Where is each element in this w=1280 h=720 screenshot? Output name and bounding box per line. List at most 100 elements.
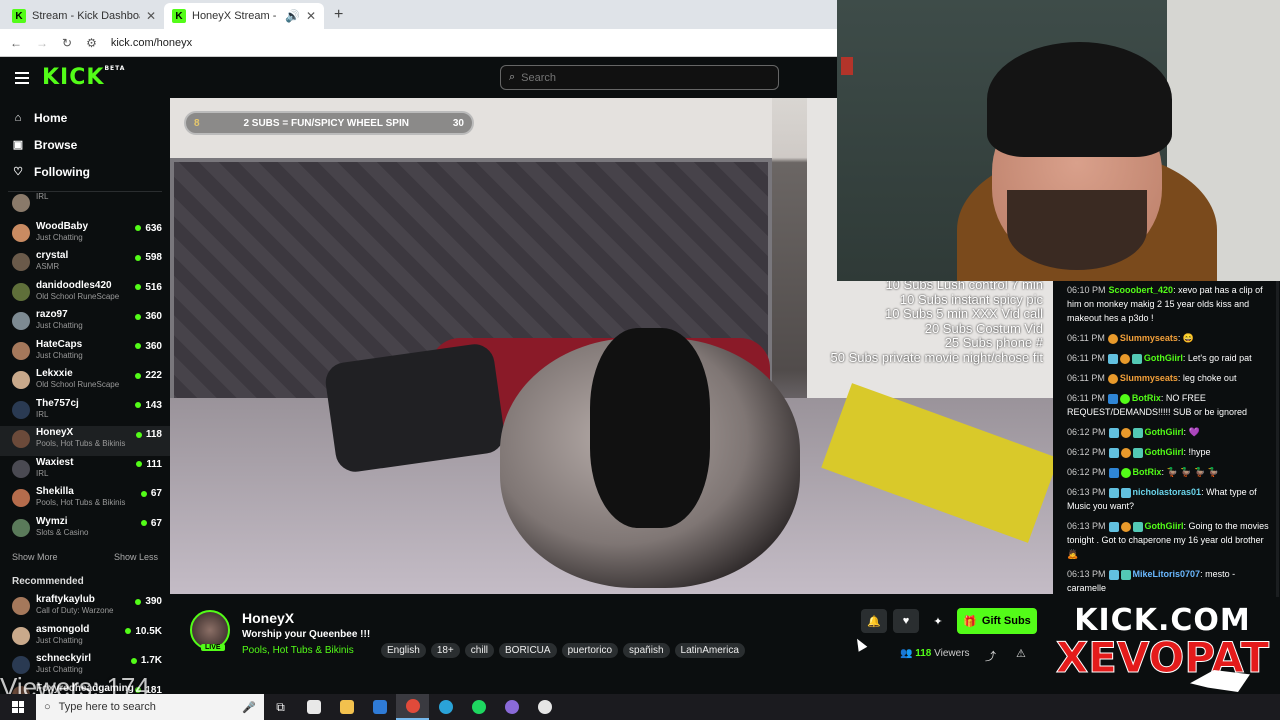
- chat-message: 06:13 PM GothGiirl: Going to the movies t…: [1067, 521, 1269, 559]
- chat-username[interactable]: GothGiirl: [1144, 353, 1183, 363]
- follow-button[interactable]: ♥: [893, 609, 919, 633]
- close-tab-icon[interactable]: ✕: [306, 9, 316, 23]
- channel-avatar: [12, 489, 30, 507]
- sidebar-channel[interactable]: Shekilla Pools, Hot Tubs & Bikinis 67: [0, 485, 170, 515]
- show-more-button[interactable]: Show More: [12, 552, 58, 568]
- chat-message: 06:12 PM BotRix: 🦆 🦆 🦆 🦆: [1067, 467, 1219, 478]
- channel-category: IRL: [36, 468, 49, 478]
- sidebar-channel[interactable]: asmongold Just Chatting 10.5K: [0, 623, 170, 653]
- kick-logo[interactable]: KICKBETA: [42, 65, 125, 90]
- chat-username[interactable]: Slummyseats: [1120, 373, 1178, 383]
- back-icon[interactable]: ←: [10, 36, 22, 50]
- report-icon[interactable]: ⚠: [1016, 647, 1026, 660]
- chat-username[interactable]: GothGiirl: [1145, 521, 1184, 531]
- stream-tag[interactable]: 18+: [430, 643, 460, 658]
- stream-tag[interactable]: chill: [464, 643, 495, 658]
- sub-badge-icon: [1107, 353, 1118, 364]
- sidebar-channel[interactable]: Lekxxie Old School RuneScape 222: [0, 367, 170, 397]
- nav-home[interactable]: ⌂ Home: [12, 104, 170, 131]
- stream-tag[interactable]: puertorico: [561, 643, 619, 658]
- new-tab-icon[interactable]: +: [334, 6, 343, 24]
- clip-button[interactable]: ✦: [925, 609, 951, 633]
- sub-menu-line: 20 Subs Costum Vid: [924, 320, 1043, 336]
- channel-name: Waxiest: [36, 456, 74, 468]
- chat-username[interactable]: MikeLitoris0707: [1133, 569, 1201, 579]
- chat-timestamp: 06:11 PM: [1067, 373, 1105, 383]
- mail-icon[interactable]: [363, 694, 396, 720]
- chat-scrollbar[interactable]: [1276, 281, 1279, 597]
- sidebar-channel[interactable]: kraftykaylub Call of Duty: Warzone 390: [0, 593, 170, 623]
- obs-icon[interactable]: [528, 694, 561, 720]
- stream-tag[interactable]: BORICUA: [499, 643, 557, 658]
- home-icon: ⌂: [14, 111, 22, 124]
- viewer-count-value: 118: [915, 648, 932, 659]
- chat-username[interactable]: GothGiirl: [1145, 447, 1184, 457]
- sidebar-channel[interactable]: IRL: [0, 190, 170, 220]
- sidebar-channel[interactable]: danidoodles420 Old School RuneScape 516: [0, 279, 170, 309]
- edge-icon[interactable]: [429, 694, 462, 720]
- live-dot-icon: [135, 431, 142, 438]
- chat-username[interactable]: GothGiirl: [1145, 427, 1184, 437]
- star-badge-icon: [1107, 333, 1118, 344]
- reload-icon[interactable]: ↻: [62, 36, 72, 50]
- webcam-sticker: [841, 57, 853, 75]
- close-tab-icon[interactable]: ✕: [146, 9, 156, 23]
- chrome-icon[interactable]: [396, 694, 429, 720]
- start-button[interactable]: [0, 701, 36, 713]
- show-less-button[interactable]: Show Less: [114, 552, 158, 568]
- task-view-icon[interactable]: ⧉: [264, 694, 297, 720]
- stream-category[interactable]: Pools, Hot Tubs & Bikinis: [242, 645, 354, 656]
- sidebar-channel[interactable]: The757cj IRL 143: [0, 397, 170, 427]
- channel-info: Shekilla Pools, Hot Tubs & Bikinis: [36, 486, 141, 507]
- nav-following[interactable]: ♡ Following: [12, 158, 170, 185]
- stream-tag[interactable]: LatinAmerica: [674, 643, 745, 658]
- share-icon[interactable]: ⤴: [985, 648, 996, 664]
- search-box[interactable]: ⌕: [500, 65, 779, 90]
- browser-tab-honeyx[interactable]: K HoneyX Stream - Watch Live 🔊 ✕: [164, 3, 324, 29]
- sub-menu-line: 25 Subs phone #: [944, 335, 1043, 350]
- sidebar-channel[interactable]: HoneyX Pools, Hot Tubs & Bikinis 118: [0, 426, 170, 456]
- chat-username[interactable]: Slummyseats: [1120, 333, 1178, 343]
- sidebar-channel[interactable]: WoodBaby Just Chatting 636: [0, 220, 170, 250]
- site-info-icon[interactable]: ⚙: [86, 36, 97, 50]
- sub-menu-overlay: 10 Subs Lush control 7 min 10 Subs instan…: [831, 277, 1043, 365]
- forward-icon[interactable]: →: [36, 36, 48, 50]
- sidebar-channel[interactable]: Wymzi Slots & Casino 67: [0, 515, 170, 545]
- streamer-name[interactable]: HoneyX: [242, 610, 294, 626]
- stream-title: Worship your Queenbee !!!: [242, 629, 371, 640]
- address-bar[interactable]: kick.com/honeyx: [111, 37, 192, 49]
- channel-avatar: [12, 282, 30, 301]
- channel-avatar: [12, 253, 30, 271]
- chat-timestamp: 06:11 PM: [1067, 333, 1105, 343]
- discord-icon[interactable]: [495, 694, 528, 720]
- search-input[interactable]: [521, 71, 762, 84]
- sidebar-channel[interactable]: HateCaps Just Chatting 360: [0, 338, 170, 368]
- hamburger-menu-icon[interactable]: [15, 71, 29, 84]
- browser-tab-dashboard[interactable]: K Stream - Kick Dashboard ✕: [4, 3, 164, 29]
- live-dot-icon: [135, 313, 142, 320]
- windows-logo-icon: [12, 701, 24, 713]
- chat-username[interactable]: Scooobert_420: [1109, 285, 1174, 295]
- sidebar-channel[interactable]: Waxiest IRL 111: [0, 456, 170, 486]
- sub-badge-icon: [1108, 569, 1119, 580]
- file-explorer-icon[interactable]: [330, 694, 363, 720]
- microphone-icon[interactable]: 🎤: [242, 701, 256, 714]
- notification-bell-button[interactable]: 🔔: [861, 609, 887, 633]
- chat-username[interactable]: nicholastoras01: [1133, 487, 1202, 497]
- nav-browse[interactable]: ▣ Browse: [12, 131, 170, 158]
- stream-tag[interactable]: spañish: [623, 643, 670, 658]
- gift-subs-button[interactable]: 🎁 Gift Subs: [957, 608, 1037, 634]
- taskbar-search[interactable]: ○ Type here to search 🎤: [36, 694, 264, 720]
- store-icon[interactable]: [297, 694, 330, 720]
- webcam-beard: [1007, 190, 1147, 270]
- beta-badge: BETA: [104, 65, 126, 72]
- chat-username[interactable]: BotRix: [1133, 467, 1162, 477]
- spotify-icon[interactable]: [462, 694, 495, 720]
- sidebar-channel[interactable]: crystal ASMR 598: [0, 249, 170, 279]
- channel-viewers: 67: [140, 518, 162, 529]
- stream-tag[interactable]: English: [381, 643, 426, 658]
- sidebar-channel[interactable]: razo97 Just Chatting 360: [0, 308, 170, 338]
- audio-icon[interactable]: 🔊: [285, 9, 300, 23]
- channel-info: HoneyX Pools, Hot Tubs & Bikinis: [36, 427, 136, 448]
- chat-username[interactable]: BotRix: [1132, 393, 1161, 403]
